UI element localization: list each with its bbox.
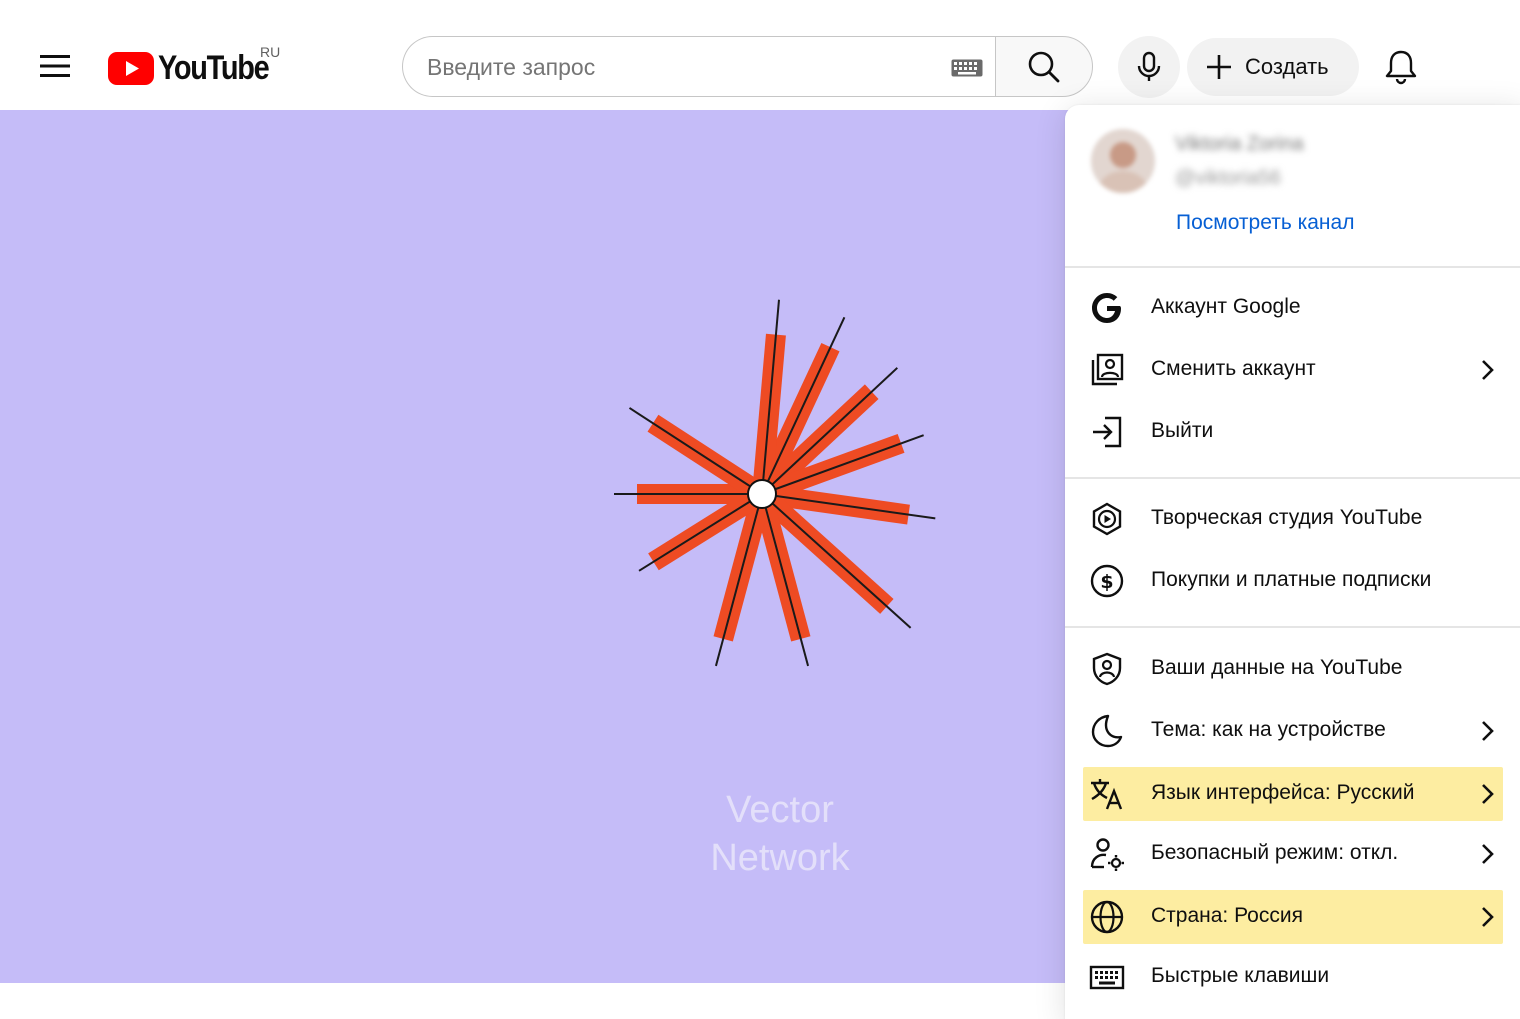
menu-item-label: Выйти [1151,419,1214,442]
menu-item-label: Безопасный режим: откл. [1151,841,1399,864]
switch-account-icon [1091,353,1124,386]
translate-icon [1091,779,1123,810]
menu-item-label: Аккаунт Google [1151,295,1301,318]
menu-item-sign-out[interactable]: Выйти [1083,405,1503,459]
menu-item-label: Быстрые клавиши [1151,964,1330,987]
menu-item-location[interactable]: Страна: Россия [1083,890,1503,944]
chevron-right-icon [1482,360,1494,380]
svg-text:$: $ [1100,571,1113,593]
keyboard-icon [1089,965,1125,990]
starburst-thin-rays [614,299,936,667]
menu-item-label: Тема: как на устройстве [1151,718,1386,741]
account-handle: @viktoria56 [1175,167,1281,189]
menu-item-your-data[interactable]: Ваши данные на YouTube [1083,642,1503,696]
account-menu: Viktoria Zorina @viktoria56 Посмотреть к… [1065,105,1520,1019]
menu-item-switch-account[interactable]: Сменить аккаунт [1083,343,1503,397]
search-icon [1028,51,1060,82]
sign-out-icon [1093,416,1122,448]
bell-icon [1385,50,1417,85]
notifications-button[interactable] [1372,40,1430,94]
dollar-icon: $ [1090,564,1124,598]
starburst-ray-line [628,407,763,495]
menu-item-theme[interactable]: Тема: как на устройстве [1083,704,1503,758]
account-name: Viktoria Zorina [1175,133,1304,155]
menu-item-youtube-studio[interactable]: Творческая студия YouTube [1083,492,1503,546]
globe-icon [1090,900,1124,934]
search-button[interactable] [995,36,1093,97]
chevron-right-icon [1482,844,1494,864]
divider [1065,477,1520,479]
menu-item-label: Страна: Россия [1151,904,1303,927]
guide-menu-button[interactable] [30,44,80,88]
country-code: RU [260,44,281,60]
view-channel-link[interactable]: Посмотреть канал [1176,211,1354,235]
menu-item-label: Покупки и платные подписки [1151,568,1432,591]
video-player[interactable]: Vector Network [0,110,1075,983]
chevron-right-icon [1482,784,1494,804]
create-button[interactable]: Создать [1187,38,1359,96]
divider [1065,626,1520,628]
menu-item-label: Ваши данные на YouTube [1151,656,1403,679]
watermark-line1: Vector [726,789,834,831]
watermark-line2: Network [710,837,850,879]
menu-item-google-account[interactable]: Аккаунт Google [1083,281,1503,335]
create-label: Создать [1245,54,1329,79]
microphone-icon [1137,51,1161,81]
shield-person-icon [1092,652,1122,686]
channel-watermark: Vector Network [640,786,920,882]
person-settings-icon [1090,838,1124,871]
hamburger-icon [40,55,70,77]
search-input[interactable] [427,47,927,87]
menu-item-label: Язык интерфейса: Русский [1151,781,1415,804]
menu-item-restricted-mode[interactable]: Безопасный режим: откл. [1083,827,1503,881]
masthead: YouTube RU Создать [0,0,1520,110]
account-header: Viktoria Zorina @viktoria56 Посмотреть к… [1065,105,1520,266]
youtube-studio-icon [1092,502,1122,536]
chevron-right-icon [1482,907,1494,927]
logo-wordmark: YouTube [158,48,270,87]
menu-item-label: Сменить аккаунт [1151,357,1316,380]
menu-item-purchases[interactable]: $ Покупки и платные подписки [1083,554,1503,608]
search-box [402,36,996,97]
starburst-center-dot [747,479,777,509]
avatar[interactable] [1091,129,1155,193]
divider [1065,266,1520,268]
voice-search-button[interactable] [1118,36,1180,98]
menu-item-language[interactable]: Язык интерфейса: Русский [1083,767,1503,821]
youtube-play-icon [108,51,154,85]
moon-icon [1091,714,1123,748]
plus-icon [1207,55,1231,79]
keyboard-icon[interactable] [951,59,983,77]
menu-item-keyboard-shortcuts[interactable]: Быстрые клавиши [1083,950,1503,1004]
google-g-icon [1092,293,1121,323]
chevron-right-icon [1482,721,1494,741]
menu-item-label: Творческая студия YouTube [1151,506,1423,529]
